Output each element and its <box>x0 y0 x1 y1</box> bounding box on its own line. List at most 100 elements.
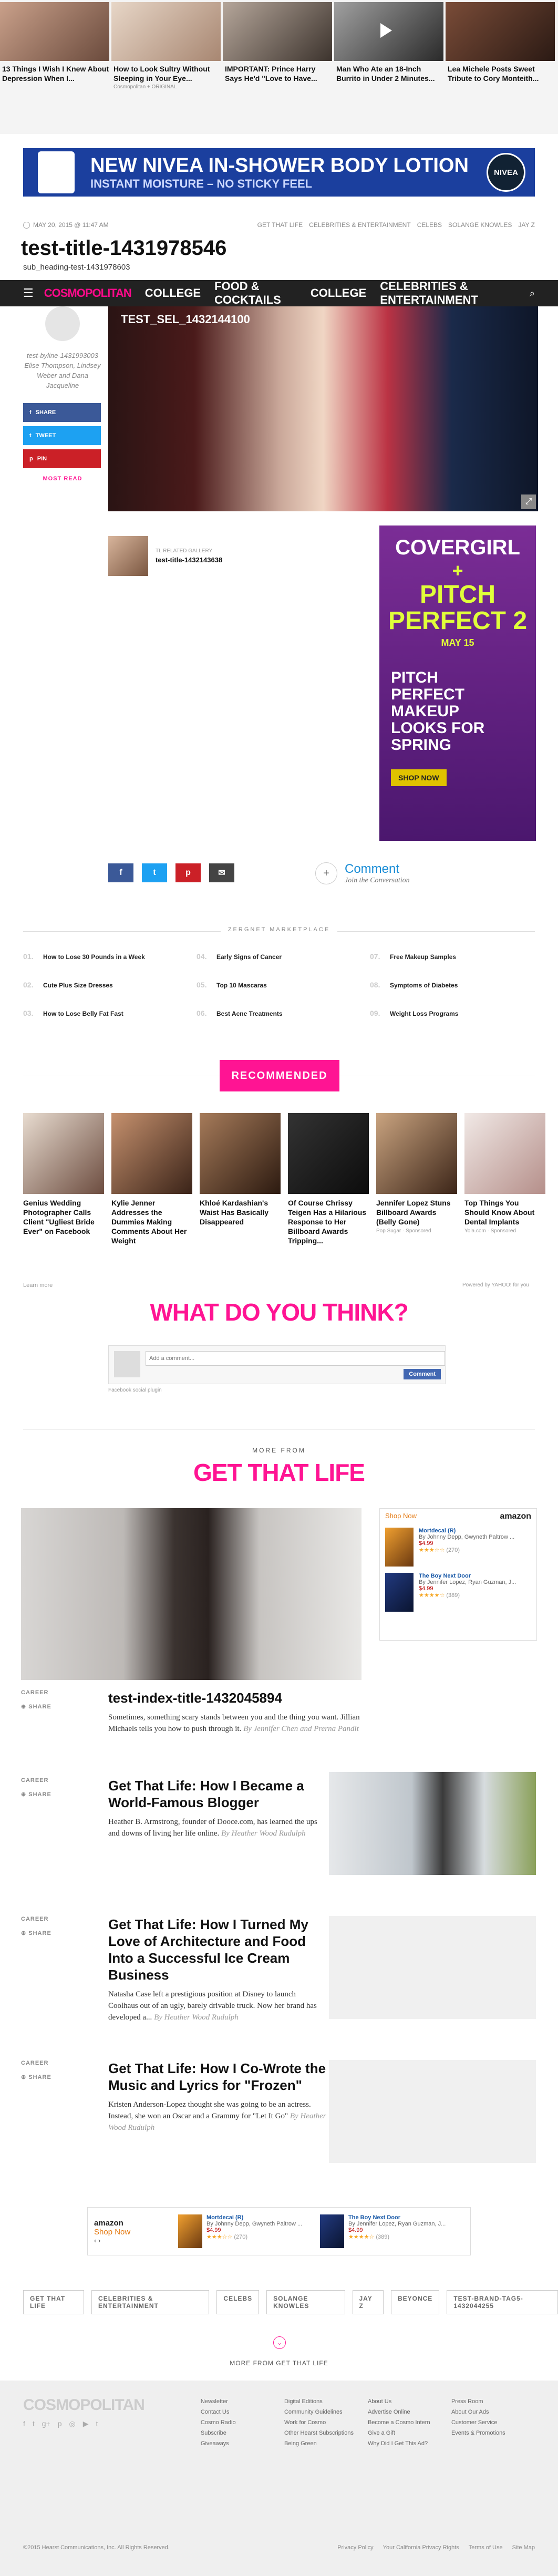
zergnet-item[interactable]: 04. Early Signs of Cancer <box>197 952 370 981</box>
ad-cta-button[interactable]: SHOP NOW <box>391 769 447 786</box>
comment-button[interactable]: Comment <box>404 1369 441 1379</box>
instagram-icon[interactable]: ◎ <box>69 2419 76 2428</box>
story-title[interactable]: 13 Things I Wish I Knew About Depression… <box>0 61 111 83</box>
email-icon[interactable]: ✉ <box>209 863 234 882</box>
article-item[interactable]: CAREER ⊕ SHARE Get That Life: How I Turn… <box>21 1916 536 2022</box>
shop-now-link[interactable]: Shop Now <box>94 2228 178 2237</box>
share-icon[interactable]: ⊕ <box>21 2074 28 2080</box>
more-from-footer[interactable]: MORE FROM GET THAT LIFE <box>0 2359 558 2367</box>
tag-link[interactable]: CELEBRITIES & ENTERTAINMENT <box>91 2290 210 2314</box>
story-title[interactable]: Lea Michele Posts Sweet Tribute to Cory … <box>446 61 557 83</box>
covergirl-ad[interactable]: COVERGIRL + PITCH PERFECT 2 MAY 15 PITCH… <box>379 525 536 841</box>
zergnet-item[interactable]: 09. Weight Loss Programs <box>370 1009 458 1037</box>
recommended-card[interactable]: Top Things You Should Know About Dental … <box>464 1113 545 1245</box>
footer-legal-link[interactable]: Site Map <box>512 2544 535 2551</box>
carousel-arrows[interactable]: ‹ › <box>94 2237 178 2244</box>
top-story-card[interactable]: Man Who Ate an 18-Inch Burrito in Under … <box>334 2 446 91</box>
twitter-share-button[interactable]: t TWEET <box>23 426 101 445</box>
share-icon[interactable]: ⊕ <box>21 1791 28 1798</box>
nav-item-college[interactable]: COLLEGE <box>145 286 201 300</box>
article-thumb[interactable] <box>329 1916 536 2019</box>
article-item[interactable]: CAREER ⊕ SHARE Get That Life: How I Beca… <box>21 1772 536 1875</box>
footer-link[interactable]: Contact Us <box>201 2407 284 2417</box>
story-title[interactable]: IMPORTANT: Prince Harry Says He'd "Love … <box>223 61 334 83</box>
article-title[interactable]: Get That Life: How I Co-Wrote the Music … <box>108 2060 329 2094</box>
facebook-share-button[interactable]: f SHARE <box>23 403 101 422</box>
facebook-icon[interactable]: f <box>108 863 133 882</box>
footer-link[interactable]: Digital Editions <box>284 2396 368 2407</box>
footer-link[interactable]: Become a Cosmo Intern <box>368 2417 451 2428</box>
meta-tag[interactable]: CELEBRITIES & ENTERTAINMENT <box>309 221 411 229</box>
pinterest-icon[interactable]: p <box>175 863 201 882</box>
footer-link[interactable]: Giveaways <box>201 2438 284 2449</box>
pinterest-icon[interactable]: p <box>58 2419 62 2428</box>
meta-tag[interactable]: CELEBS <box>417 221 442 229</box>
banner-ad[interactable]: NEW NIVEA IN-SHOWER BODY LOTION INSTANT … <box>23 148 535 197</box>
tag-link[interactable]: TEST-BRAND-TAG5-1432044255 <box>447 2290 558 2314</box>
meta-tag[interactable]: JAY Z <box>518 221 535 229</box>
lead-image[interactable] <box>21 1508 361 1680</box>
zergnet-item[interactable]: 06. Best Acne Treatments <box>197 1009 370 1037</box>
footer-link[interactable]: Being Green <box>284 2438 368 2449</box>
amazon-item[interactable]: The Boy Next Door By Jennifer Lopez, Rya… <box>380 1570 536 1615</box>
footer-link[interactable]: Customer Service <box>451 2417 535 2428</box>
recommended-card[interactable]: Jennifer Lopez Stuns Billboard Awards (B… <box>376 1113 457 1245</box>
footer-logo[interactable]: COSMOPOLITAN <box>23 2396 201 2414</box>
amazon-item[interactable]: The Boy Next Door By Jennifer Lopez, Rya… <box>320 2214 462 2248</box>
footer-legal-link[interactable]: Privacy Policy <box>337 2544 373 2551</box>
meta-tag[interactable]: SOLANGE KNOWLES <box>448 221 512 229</box>
facebook-icon[interactable]: f <box>23 2419 25 2428</box>
comment-input[interactable] <box>146 1351 445 1366</box>
tag-link[interactable]: JAY Z <box>352 2290 384 2314</box>
recommended-card[interactable]: Genius Wedding Photographer Calls Client… <box>23 1113 104 1245</box>
amazon-widget[interactable]: Shop Now amazon Mortdecai (R) By Johnny … <box>379 1508 537 1641</box>
chevron-down-icon[interactable]: ⌄ <box>273 2336 286 2349</box>
article-item[interactable]: CAREER ⊕ SHARE test-index-title-14320458… <box>21 1689 536 1733</box>
footer-link[interactable]: Other Hearst Subscriptions <box>284 2428 368 2438</box>
menu-icon[interactable]: ☰ <box>23 286 34 300</box>
learn-more-link[interactable]: Learn more <box>23 1282 53 1289</box>
footer-link[interactable]: Cosmo Radio <box>201 2417 284 2428</box>
recommended-card[interactable]: Of Course Chrissy Teigen Has a Hilarious… <box>288 1113 369 1245</box>
related-gallery[interactable]: TL RELATED GALLERY test-title-1432143638 <box>108 536 222 576</box>
zergnet-item[interactable]: 02. Cute Plus Size Dresses <box>23 981 197 1009</box>
googleplus-icon[interactable]: g+ <box>42 2419 50 2428</box>
top-story-card[interactable]: Lea Michele Posts Sweet Tribute to Cory … <box>446 2 557 91</box>
footer-link[interactable]: Subscribe <box>201 2428 284 2438</box>
amazon-strip[interactable]: amazon Shop Now ‹ › Mortdecai (R) By Joh… <box>87 2207 471 2255</box>
footer-link[interactable]: Events & Promotions <box>451 2428 535 2438</box>
recommended-card[interactable]: Kylie Jenner Addresses the Dummies Makin… <box>111 1113 192 1245</box>
top-story-card[interactable]: How to Look Sultry Without Sleeping in Y… <box>111 2 223 91</box>
footer-link[interactable]: Newsletter <box>201 2396 284 2407</box>
story-title[interactable]: How to Look Sultry Without Sleeping in Y… <box>111 61 223 83</box>
article-thumb[interactable] <box>329 2060 536 2163</box>
footer-link[interactable]: Work for Cosmo <box>284 2417 368 2428</box>
youtube-icon[interactable]: ▶ <box>83 2419 89 2428</box>
zergnet-item[interactable]: 01. How to Lose 30 Pounds in a Week <box>23 952 197 981</box>
nav-item-food-cocktails[interactable]: FOOD & COCKTAILS <box>214 280 297 307</box>
footer-link[interactable]: Give a Gift <box>368 2428 451 2438</box>
tag-link[interactable]: GET THAT LIFE <box>23 2290 85 2314</box>
article-title[interactable]: Get That Life: How I Became a World-Famo… <box>108 1777 318 1811</box>
story-title[interactable]: Man Who Ate an 18-Inch Burrito in Under … <box>334 61 446 83</box>
zergnet-item[interactable]: 08. Symptoms of Diabetes <box>370 981 458 1009</box>
tumblr-icon[interactable]: t <box>96 2419 98 2428</box>
top-story-card[interactable]: IMPORTANT: Prince Harry Says He'd "Love … <box>223 2 334 91</box>
zergnet-item[interactable]: 07. Free Makeup Samples <box>370 952 456 981</box>
footer-link[interactable]: Press Room <box>451 2396 535 2407</box>
amazon-item[interactable]: Mortdecai (R) By Johnny Depp, Gwyneth Pa… <box>178 2214 320 2248</box>
meta-tag[interactable]: GET THAT LIFE <box>257 221 303 229</box>
search-icon[interactable]: ⌕ <box>530 288 535 299</box>
related-title[interactable]: test-title-1432143638 <box>156 556 222 564</box>
comment-cta[interactable]: + Comment Join the Conversation <box>315 862 410 885</box>
top-story-card[interactable]: 13 Things I Wish I Knew About Depression… <box>0 2 111 91</box>
tag-link[interactable]: CELEBS <box>216 2290 260 2314</box>
share-icon[interactable]: ⊕ <box>21 1704 28 1710</box>
shop-now-link[interactable]: Shop Now <box>385 1512 417 1521</box>
tag-link[interactable]: SOLANGE KNOWLES <box>266 2290 345 2314</box>
recommended-card[interactable]: Khloé Kardashian's Waist Has Basically D… <box>200 1113 281 1245</box>
footer-link[interactable]: Community Guidelines <box>284 2407 368 2417</box>
footer-legal-link[interactable]: Your California Privacy Rights <box>383 2544 459 2551</box>
footer-link[interactable]: About Us <box>368 2396 451 2407</box>
expand-icon[interactable]: ⤢ <box>521 494 536 509</box>
